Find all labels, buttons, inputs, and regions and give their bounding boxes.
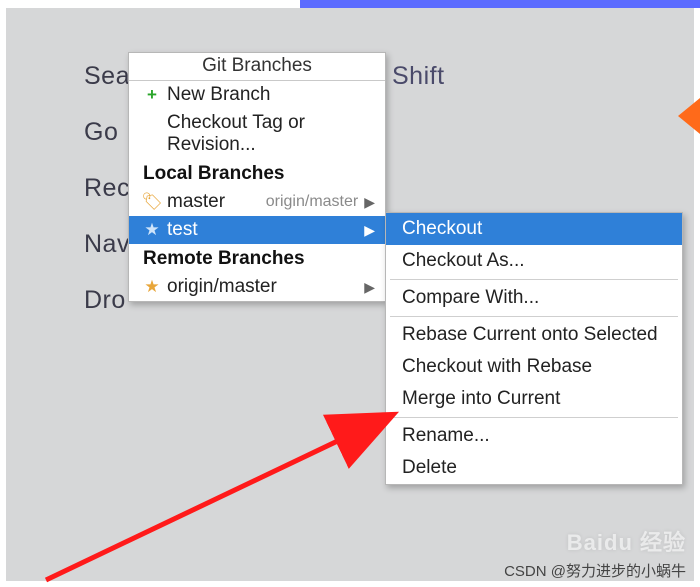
branch-actions-submenu: Checkout Checkout As... Compare With... … — [385, 212, 683, 485]
submenu-compare-with[interactable]: Compare With... — [386, 282, 682, 314]
git-branches-popup: Git Branches + New Branch Checkout Tag o… — [128, 52, 386, 302]
checkout-tag-item[interactable]: Checkout Tag or Revision... — [129, 109, 385, 159]
section-local-branches: Local Branches — [129, 159, 385, 188]
footer-credit: CSDN @努力进步的小蜗牛 — [504, 560, 686, 581]
submenu-arrow-icon: ▶ — [364, 222, 375, 239]
submenu-checkout-with-rebase[interactable]: Checkout with Rebase — [386, 351, 682, 383]
submenu-arrow-icon: ▶ — [364, 279, 375, 296]
menu-divider — [390, 316, 678, 317]
branch-item-master[interactable]: 🏷 master origin/master ▶ — [129, 188, 385, 216]
checkout-tag-label: Checkout Tag or Revision... — [167, 112, 375, 156]
menu-divider — [390, 279, 678, 280]
new-branch-label: New Branch — [167, 84, 375, 106]
submenu-checkout[interactable]: Checkout — [386, 213, 682, 245]
star-icon: ★ — [143, 277, 161, 297]
submenu-arrow-icon: ▶ — [364, 194, 375, 211]
bg-text: Go — [84, 118, 118, 147]
bg-text: Dro — [84, 286, 126, 315]
submenu-rename[interactable]: Rename... — [386, 420, 682, 452]
orange-edge-marker — [678, 98, 700, 134]
branch-item-test[interactable]: ★ test ▶ — [129, 216, 385, 244]
tag-icon: 🏷 — [143, 192, 161, 212]
bg-text: Shift — [392, 62, 445, 91]
tracking-label: origin/master — [266, 193, 358, 211]
popup-title: Git Branches — [129, 53, 385, 81]
star-icon: ★ — [143, 220, 161, 240]
submenu-delete[interactable]: Delete — [386, 452, 682, 484]
branch-name: master — [167, 191, 266, 213]
top-accent-bar — [300, 0, 700, 8]
branch-item-origin-master[interactable]: ★ origin/master ▶ — [129, 273, 385, 301]
bg-text: Rec — [84, 174, 130, 203]
submenu-checkout-as[interactable]: Checkout As... — [386, 245, 682, 277]
branch-name: test — [167, 219, 364, 241]
bg-text: Nav — [84, 230, 130, 259]
submenu-merge-into-current[interactable]: Merge into Current — [386, 383, 682, 415]
bg-text: Sea — [84, 62, 130, 91]
section-remote-branches: Remote Branches — [129, 244, 385, 273]
plus-icon: + — [143, 85, 161, 105]
watermark: Baidu 经验 — [567, 525, 686, 557]
menu-divider — [390, 417, 678, 418]
new-branch-item[interactable]: + New Branch — [129, 81, 385, 109]
branch-name: origin/master — [167, 276, 364, 298]
submenu-rebase-onto-selected[interactable]: Rebase Current onto Selected — [386, 319, 682, 351]
